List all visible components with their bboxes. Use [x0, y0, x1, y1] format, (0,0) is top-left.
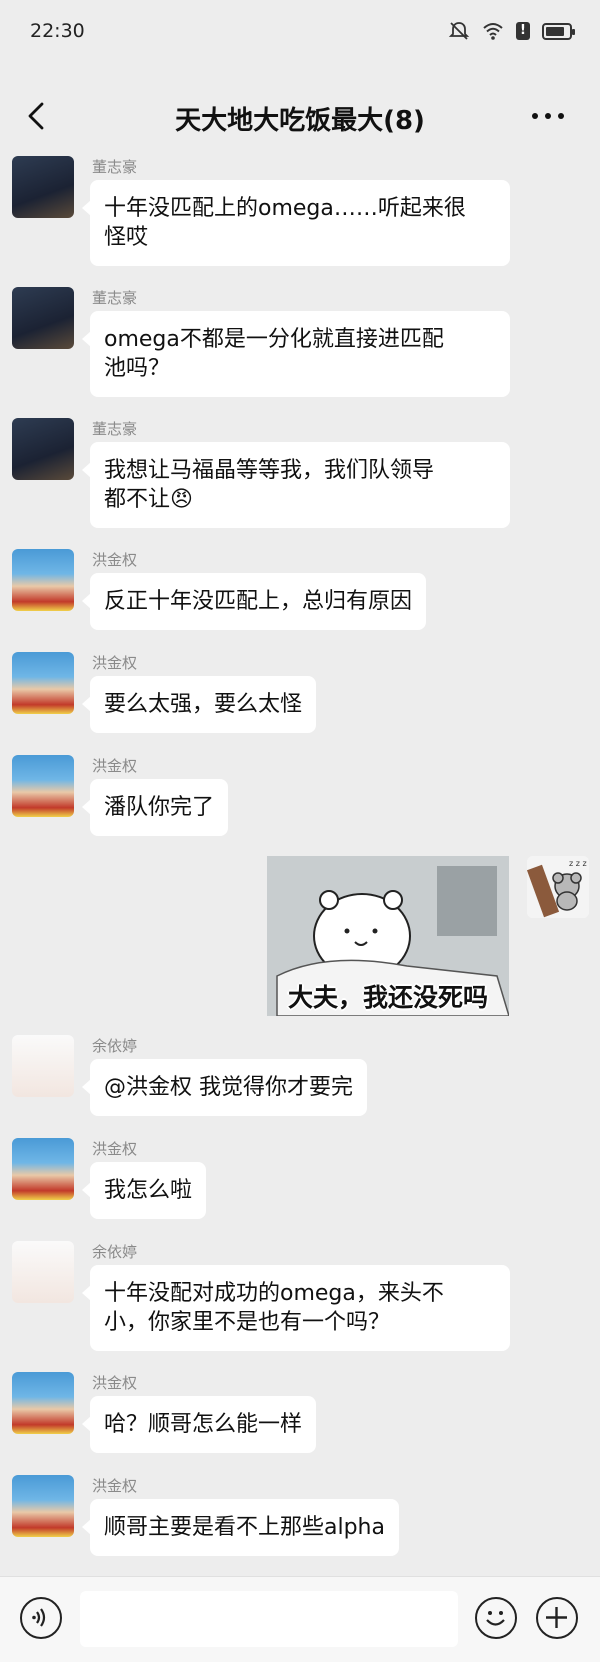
- avatar[interactable]: [12, 1241, 74, 1303]
- sender-name: 董志豪: [92, 289, 138, 307]
- message-input[interactable]: [80, 1591, 458, 1647]
- message-text-line: 池吗？: [104, 356, 171, 381]
- message-bubble[interactable]: 顺哥主要是看不上那些alpha: [82, 1499, 399, 1556]
- chat-title: 天大地大吃饭最大(8): [175, 106, 425, 136]
- message-text-line: 小，你家里不是也有一个吗？: [104, 1310, 391, 1335]
- input-bar: [0, 1576, 600, 1662]
- message-text-line: 怪哎: [104, 225, 149, 250]
- svg-text:z z z: z z z: [569, 859, 587, 868]
- message-bubble[interactable]: 反正十年没匹配上，总归有原因: [81, 573, 427, 630]
- status-bar: 22:30 !: [0, 0, 600, 66]
- sender-name: 洪金权: [92, 551, 138, 569]
- voice-icon[interactable]: [20, 1597, 62, 1639]
- message-bubble[interactable]: 我想让马福晶等等我，我们队领导 都不让😠: [82, 442, 510, 528]
- sender-name: 洪金权: [92, 1140, 138, 1158]
- sender-name: 洪金权: [92, 1374, 138, 1392]
- message-bubble[interactable]: 要么太强，要么太怪: [81, 676, 317, 733]
- plus-icon[interactable]: [536, 1597, 578, 1639]
- voice-glyph: [32, 1608, 46, 1627]
- avatar[interactable]: [12, 1138, 74, 1200]
- message-bubble[interactable]: 哈？顺哥怎么能一样: [81, 1396, 317, 1453]
- message-bubble[interactable]: 我怎么啦: [81, 1162, 207, 1219]
- status-time: 22:30: [30, 20, 85, 42]
- message-text-line: 都不让😠: [104, 487, 193, 512]
- message-text-line: 十年没配对成功的omega，来头不: [104, 1281, 444, 1306]
- sender-name: 洪金权: [92, 757, 138, 775]
- chat-header: 天大地大吃饭最大(8): [0, 66, 600, 174]
- more-horizontal-icon[interactable]: [532, 106, 568, 126]
- message-text-line: 我想让马福晶等等我，我们队领导: [104, 458, 435, 483]
- message-bubble[interactable]: 潘队你完了: [81, 779, 229, 836]
- sender-name: 余依婷: [92, 1037, 138, 1055]
- bell-muted-icon: [448, 22, 470, 40]
- avatar[interactable]: [12, 1035, 74, 1097]
- message-bubble[interactable]: 十年没配对成功的omega，来头不 小，你家里不是也有一个吗？: [82, 1265, 510, 1351]
- koala-avatar-icon: z z z: [527, 856, 589, 918]
- avatar[interactable]: [12, 287, 74, 349]
- message-text-line: omega不都是一分化就直接进匹配: [104, 327, 444, 352]
- sender-name: 洪金权: [92, 1477, 138, 1495]
- status-icons: !: [448, 21, 575, 41]
- message-text-line: 十年没匹配上的omega……听起来很: [104, 196, 466, 221]
- plus-glyph: [546, 1607, 567, 1628]
- self-avatar[interactable]: z z z: [527, 856, 589, 918]
- emoji-glyph: [486, 1611, 505, 1626]
- emoji-icon[interactable]: [475, 1597, 517, 1639]
- message-bubble[interactable]: 十年没匹配上的omega……听起来很 怪哎: [82, 180, 510, 266]
- sender-name: 董志豪: [92, 420, 138, 438]
- avatar[interactable]: [12, 1372, 74, 1434]
- battery-icon: [542, 22, 575, 40]
- message-bubble[interactable]: omega不都是一分化就直接进匹配 池吗？: [82, 311, 510, 397]
- sender-name: 余依婷: [92, 1243, 138, 1261]
- avatar[interactable]: [12, 1475, 74, 1537]
- sender-name: 董志豪: [92, 158, 138, 176]
- message-bubble[interactable]: @洪金权 我觉得你才要完: [82, 1059, 367, 1116]
- avatar[interactable]: [12, 549, 74, 611]
- avatar[interactable]: [12, 652, 74, 714]
- sender-name: 洪金权: [92, 654, 138, 672]
- avatar[interactable]: [12, 156, 74, 218]
- sticker-caption: 大夫，我还没死吗: [287, 983, 488, 1012]
- wifi-icon: [483, 23, 503, 40]
- sticker-image[interactable]: 大夫，我还没死吗: [267, 856, 509, 1016]
- alert-icon: !: [516, 22, 530, 40]
- avatar[interactable]: [12, 755, 74, 817]
- avatar[interactable]: [12, 418, 74, 480]
